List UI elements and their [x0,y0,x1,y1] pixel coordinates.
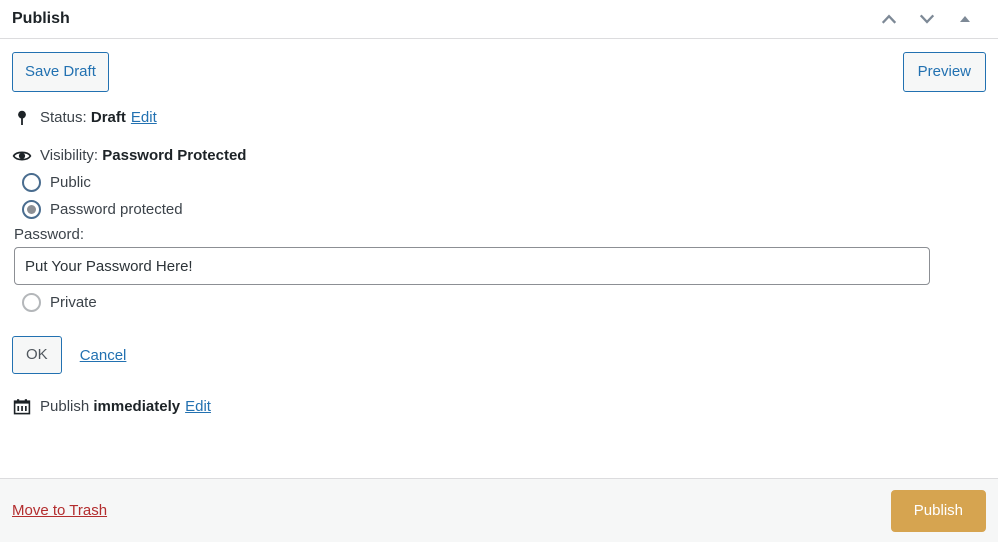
publish-date-label-text: Publish [40,398,90,415]
visibility-confirm-row: OK Cancel [12,336,986,374]
cancel-link[interactable]: Cancel [80,347,127,364]
eye-icon [12,146,32,166]
preview-button[interactable]: Preview [902,52,986,92]
visibility-label: Visibility: Password Protected [40,145,246,167]
status-value: Draft [90,109,126,126]
password-input[interactable] [14,247,930,285]
publish-date-value: immediately [93,398,181,415]
radio-private-icon[interactable] [22,293,41,312]
radio-option-public[interactable]: Public [12,169,986,196]
header-actions [878,8,988,30]
toggle-panel-button[interactable] [954,8,976,30]
panel-header: Publish [0,0,998,39]
chevron-up-icon [879,9,899,29]
visibility-value: Password Protected [102,147,247,164]
password-label: Password: [14,226,85,243]
radio-public-icon[interactable] [22,173,41,192]
triangle-up-icon [957,11,973,27]
minor-publishing-actions: Save Draft Preview [12,51,986,93]
major-publishing-actions: Move to Trash Publish [0,478,998,542]
panel-body: Save Draft Preview Status: Draft Edit Vi… [0,39,998,478]
radio-private-label: Private [50,294,97,311]
move-down-button[interactable] [916,8,938,30]
radio-option-private[interactable]: Private [12,289,986,316]
radio-selected-dot [27,205,36,214]
move-to-trash-link[interactable]: Move to Trash [12,502,107,519]
publish-button[interactable]: Publish [890,489,986,532]
publish-date-label: Publish immediately Edit [40,396,211,418]
radio-password-protected-label: Password protected [50,201,183,218]
pin-icon [12,108,32,128]
ok-button[interactable]: OK [12,336,62,374]
visibility-label-text: Visibility: [40,147,99,164]
radio-password-protected-icon[interactable] [22,200,41,219]
publish-date-edit-link[interactable]: Edit [185,398,211,415]
radio-public-label: Public [50,174,91,191]
status-edit-link[interactable]: Edit [131,109,157,126]
chevron-down-icon [917,9,937,29]
visibility-row: Visibility: Password Protected [12,145,986,167]
page-title: Publish [12,10,70,27]
publish-date-row: Publish immediately Edit [12,396,986,418]
radio-option-password-protected[interactable]: Password protected [12,196,986,223]
move-up-button[interactable] [878,8,900,30]
save-draft-button[interactable]: Save Draft [12,52,109,92]
calendar-icon [12,397,32,417]
status-label: Status: Draft Edit [40,107,157,129]
publish-panel: Publish Save Draft Preview Status: Draft… [0,0,998,542]
status-row: Status: Draft Edit [12,107,986,129]
visibility-options: Public Password protected Password: Priv… [12,169,986,316]
status-label-text: Status: [40,109,87,126]
